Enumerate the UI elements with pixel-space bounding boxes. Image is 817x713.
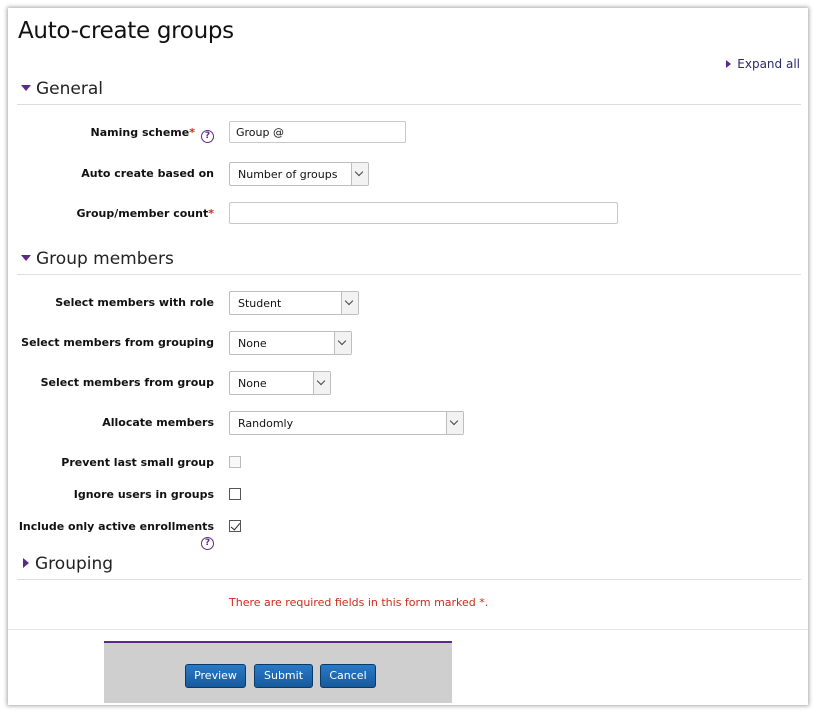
allocate-select[interactable]: Randomly [229,411,464,435]
section-group-members-title: Group members [36,249,174,269]
cancel-button[interactable]: Cancel [320,664,376,688]
active-enrollments-label-text: Include only active enrollments [18,520,214,533]
count-label-text: Group/member count [76,207,209,220]
checkmark-icon [230,520,241,531]
prevent-small-group-checkbox[interactable] [229,456,241,468]
role-label: Select members with role [55,296,214,309]
expand-all-label: Expand all [737,57,800,71]
divider [17,274,801,275]
group-member-count-input[interactable] [229,202,618,224]
preview-button[interactable]: Preview [185,664,246,688]
auto-create-label: Auto create based on [81,167,214,180]
expand-icon [726,60,732,68]
naming-scheme-input[interactable] [229,121,406,143]
active-enrollments-label: Include only active enrollments? [8,520,214,550]
collapse-icon [21,254,31,261]
section-grouping-toggle[interactable]: Grouping [18,554,113,574]
divider [17,104,801,105]
help-icon[interactable]: ? [201,537,214,550]
naming-scheme-label-text: Naming scheme [90,126,190,139]
group-value: None [238,377,267,390]
auto-create-select[interactable]: Number of groups [229,162,369,186]
required-fields-note: There are required fields in this form m… [229,596,489,609]
auto-create-value: Number of groups [238,168,338,181]
ignore-users-checkbox[interactable] [229,488,241,500]
chevron-down-icon [351,163,368,185]
grouping-value: None [238,337,267,350]
section-general-title: General [36,79,103,99]
group-select[interactable]: None [229,371,331,395]
collapse-icon [21,84,31,91]
chevron-down-icon [341,292,358,314]
divider [17,579,801,580]
role-select[interactable]: Student [229,291,359,315]
section-group-members-toggle[interactable]: Group members [18,249,174,269]
dialog-window: Auto-create groups Expand all General Na… [8,8,808,705]
chevron-down-icon [313,372,330,394]
grouping-select[interactable]: None [229,331,352,355]
allocate-label: Allocate members [102,416,214,429]
grouping-label: Select members from grouping [21,336,214,349]
allocate-value: Randomly [238,417,294,430]
expand-icon [23,558,29,568]
button-bar: Preview Submit Cancel [104,641,452,703]
active-enrollments-checkbox[interactable] [229,520,241,532]
naming-scheme-label: Naming scheme*? [8,126,214,143]
section-general-toggle[interactable]: General [18,79,103,99]
page-title: Auto-create groups [18,18,234,44]
required-marker: * [208,207,214,220]
chevron-down-icon [334,332,351,354]
expand-all-link[interactable]: Expand all [726,57,800,71]
ignore-users-label: Ignore users in groups [73,488,214,501]
divider [8,629,808,630]
required-marker: * [189,126,195,139]
role-value: Student [238,297,282,310]
section-grouping-title: Grouping [35,554,114,574]
group-label: Select members from group [40,376,214,389]
chevron-down-icon [446,412,463,434]
help-icon[interactable]: ? [201,130,214,143]
prevent-small-group-label: Prevent last small group [61,456,214,469]
count-label: Group/member count* [8,207,214,220]
submit-button[interactable]: Submit [254,664,313,688]
